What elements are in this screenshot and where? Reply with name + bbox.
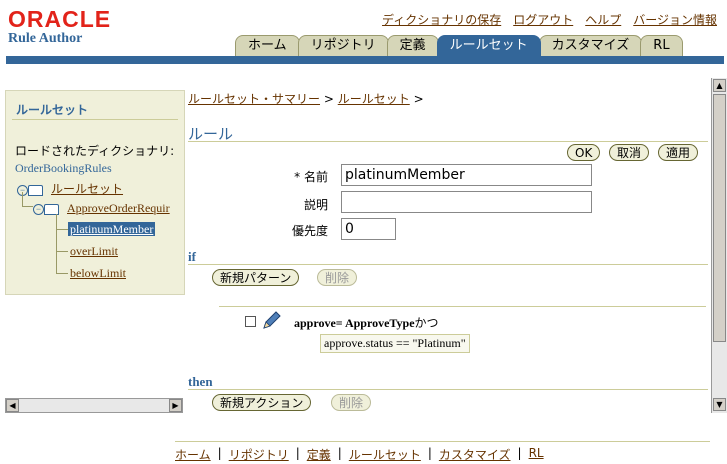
tree-rule-link[interactable]: belowLimit xyxy=(70,266,126,280)
delete-pattern-button: 削除 xyxy=(317,269,358,286)
tab-customize[interactable]: カスタマイズ xyxy=(538,35,643,56)
main-tabs: ホーム リポジトリ 定義 ルールセット カスタマイズ RL xyxy=(235,35,683,56)
then-section-divider xyxy=(188,389,708,390)
footer-separator: | xyxy=(517,446,522,460)
name-field[interactable]: platinumMember xyxy=(341,164,592,186)
condition-left-operand[interactable]: approve.status xyxy=(324,336,393,350)
tree-rule-item[interactable]: overLimit xyxy=(70,244,118,259)
if-section-divider xyxy=(188,264,708,265)
pattern-conjunction: かつ xyxy=(414,316,439,330)
footer-separator: | xyxy=(337,446,342,460)
pattern-checkbox[interactable] xyxy=(245,316,256,327)
breadcrumb-separator: > xyxy=(413,92,424,106)
pattern-description: approve= ApproveTypeかつ xyxy=(294,314,439,331)
breadcrumb-ruleset[interactable]: ルールセット xyxy=(338,92,410,106)
logout-link[interactable]: ログアウト xyxy=(513,11,573,28)
scroll-up-button[interactable]: ▲ xyxy=(713,79,726,92)
tree-connector xyxy=(22,192,23,206)
horizontal-scrollbar[interactable] xyxy=(5,398,183,413)
navigator-title: ルールセット xyxy=(16,103,89,117)
then-section-heading: then xyxy=(188,374,213,389)
footer-rl-link[interactable]: RL xyxy=(529,446,544,463)
footer-repository-link[interactable]: リポジトリ xyxy=(229,446,289,463)
global-links: ディクショナリの保存 ログアウト ヘルプ バージョン情報 xyxy=(382,11,717,28)
new-pattern-button[interactable]: 新規パターン xyxy=(212,269,300,286)
priority-field[interactable]: 0 xyxy=(341,218,396,240)
description-field[interactable] xyxy=(341,191,592,213)
version-info-link[interactable]: バージョン情報 xyxy=(633,11,717,28)
footer-definitions-link[interactable]: 定義 xyxy=(307,446,331,463)
tree-connector xyxy=(56,251,68,252)
tab-band xyxy=(6,56,724,64)
cancel-button[interactable]: 取消 xyxy=(609,144,650,161)
condition-right-operand[interactable]: "Platinum" xyxy=(413,336,466,350)
pattern-divider xyxy=(219,306,706,307)
tree-rule-link-selected[interactable]: platinumMember xyxy=(68,222,156,236)
scroll-right-button[interactable]: ▶ xyxy=(169,399,182,412)
tree-node-root: − ルールセット xyxy=(17,180,123,197)
tree-rule-item[interactable]: belowLimit xyxy=(70,266,126,281)
tab-home[interactable]: ホーム xyxy=(235,35,300,56)
tab-rulesets[interactable]: ルールセット xyxy=(436,35,541,56)
condition-expression[interactable]: approve.status == "Platinum" xyxy=(320,334,470,353)
breadcrumb-ruleset-summary[interactable]: ルールセット・サマリー xyxy=(188,92,320,106)
tree-connector xyxy=(56,229,68,230)
loaded-dictionary-label: ロードされたディクショナリ: xyxy=(15,144,175,158)
vertical-scroll-thumb[interactable] xyxy=(713,94,726,342)
if-section-heading: if xyxy=(188,249,196,264)
collapse-icon[interactable]: − xyxy=(33,203,44,215)
scroll-left-button[interactable]: ◀ xyxy=(6,399,19,412)
pencil-edit-icon[interactable] xyxy=(260,310,282,332)
folder-icon xyxy=(28,184,43,196)
tab-definitions[interactable]: 定義 xyxy=(386,35,439,56)
tab-rl[interactable]: RL xyxy=(640,35,683,56)
save-dictionary-link[interactable]: ディクショナリの保存 xyxy=(382,11,501,28)
title-divider xyxy=(188,141,708,142)
oracle-logo: ORACLE xyxy=(8,6,112,32)
condition-operator[interactable]: == xyxy=(396,336,410,350)
app-name: Rule Author xyxy=(8,31,83,46)
footer-separator: | xyxy=(427,446,432,460)
tree-connector xyxy=(56,214,57,274)
footer-home-link[interactable]: ホーム xyxy=(175,446,211,463)
tree-rule-link[interactable]: overLimit xyxy=(70,244,118,258)
priority-label: 優先度 xyxy=(291,224,328,238)
ok-button[interactable]: OK xyxy=(567,144,601,161)
name-label: * 名前 xyxy=(294,170,328,184)
pattern-expression: approve= ApproveType xyxy=(294,316,415,330)
tree-node-ruleset: − ApproveOrderRequir xyxy=(33,201,170,216)
apply-button[interactable]: 適用 xyxy=(658,144,699,161)
tree-root-link[interactable]: ルールセット xyxy=(51,182,123,196)
description-label: 説明 xyxy=(303,198,328,212)
tree-connector xyxy=(56,273,68,274)
navigator-divider xyxy=(12,119,178,120)
tab-repository[interactable]: リポジトリ xyxy=(297,35,389,56)
footer-rulesets-link[interactable]: ルールセット xyxy=(349,446,421,463)
footer-separator: | xyxy=(217,446,222,460)
footer-divider xyxy=(175,441,710,442)
breadcrumb-separator: > xyxy=(323,92,334,106)
footer-links: ホーム | リポジトリ | 定義 | ルールセット | カスタマイズ | RL xyxy=(175,446,544,463)
dictionary-name: OrderBookingRules xyxy=(15,161,112,175)
breadcrumb: ルールセット・サマリー > ルールセット > xyxy=(188,90,424,107)
scroll-down-button[interactable]: ▼ xyxy=(713,398,726,411)
tree-connector xyxy=(22,206,33,207)
footer-separator: | xyxy=(295,446,300,460)
help-link[interactable]: ヘルプ xyxy=(585,11,621,28)
tree-rule-item[interactable]: platinumMember xyxy=(68,222,156,237)
footer-customize-link[interactable]: カスタマイズ xyxy=(439,446,511,463)
delete-action-button: 削除 xyxy=(331,394,372,411)
new-action-button[interactable]: 新規アクション xyxy=(212,394,312,411)
tree-ruleset-link[interactable]: ApproveOrderRequir xyxy=(67,201,170,215)
